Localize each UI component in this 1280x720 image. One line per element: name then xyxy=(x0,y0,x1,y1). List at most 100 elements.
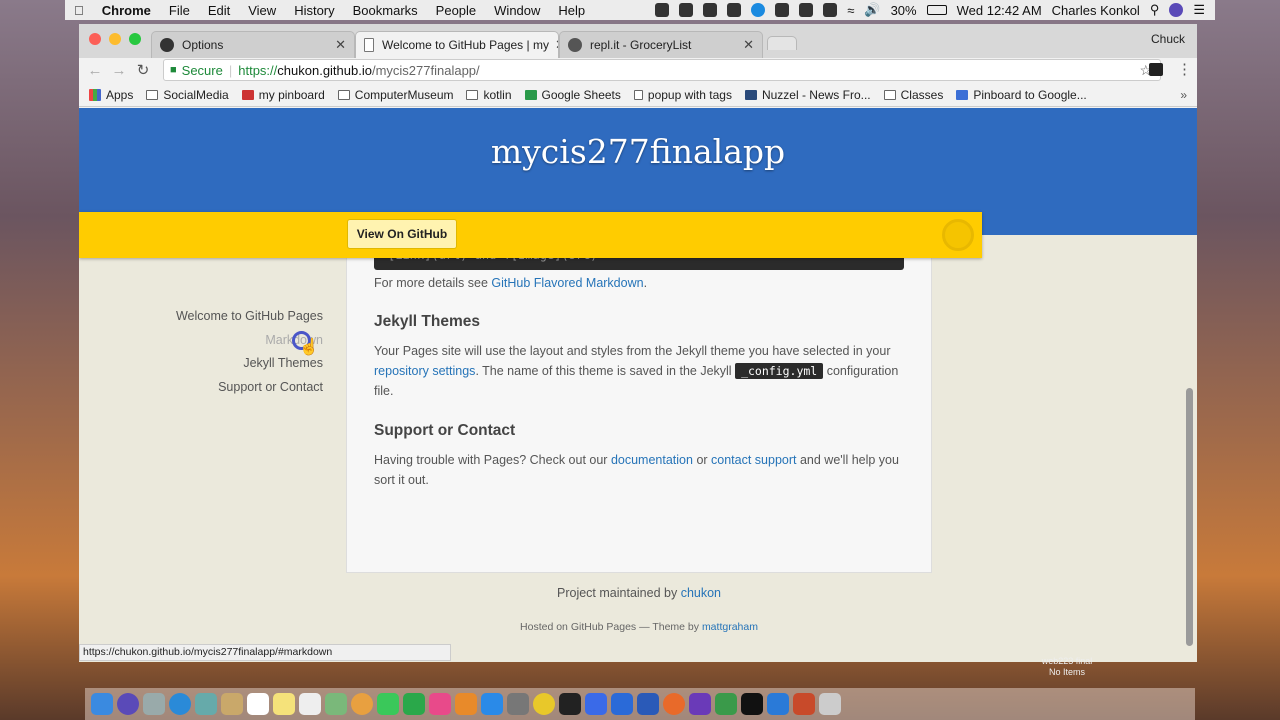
reload-icon[interactable]: ↻ xyxy=(131,61,155,79)
profile-button[interactable]: Chuck xyxy=(1151,32,1185,46)
airplay-icon[interactable] xyxy=(823,3,838,17)
tab-options[interactable]: Options ✕ xyxy=(151,31,355,58)
plane-icon[interactable] xyxy=(775,3,790,17)
nav-support[interactable]: Support or Contact xyxy=(159,376,323,400)
bookmark-kotlin[interactable]: kotlin xyxy=(466,88,512,102)
facetime-icon[interactable] xyxy=(403,693,425,715)
nav-welcome[interactable]: Welcome to GitHub Pages xyxy=(159,305,323,329)
menu-window[interactable]: Window xyxy=(485,3,549,18)
minimize-window-button[interactable] xyxy=(109,33,121,45)
close-icon[interactable]: ✕ xyxy=(329,37,346,53)
octocat-icon[interactable] xyxy=(942,219,974,251)
android-studio-icon[interactable] xyxy=(715,693,737,715)
battery-percent[interactable]: 30% xyxy=(891,3,917,18)
maintainer-link[interactable]: chukon xyxy=(681,586,721,600)
extension-terminal-icon[interactable] xyxy=(1149,63,1163,76)
github-desktop-icon[interactable] xyxy=(689,693,711,715)
new-tab-button[interactable] xyxy=(767,36,797,50)
ibooks-icon[interactable] xyxy=(455,693,477,715)
theme-author-link[interactable]: mattgraham xyxy=(702,621,758,633)
intellij-icon[interactable] xyxy=(741,693,763,715)
terminal-icon[interactable] xyxy=(559,693,581,715)
skype-icon[interactable] xyxy=(751,3,766,17)
close-icon[interactable]: ✕ xyxy=(737,37,754,53)
tab-replit[interactable]: repl.it - GroceryList ✕ xyxy=(559,31,763,58)
music-icon[interactable] xyxy=(429,693,451,715)
bookmark-label: SocialMedia xyxy=(163,87,229,102)
bookmark-label: Nuzzel - News Fro... xyxy=(761,87,871,102)
reminders-icon[interactable] xyxy=(299,693,321,715)
word-icon[interactable] xyxy=(637,693,659,715)
forward-icon[interactable]: → xyxy=(107,62,131,79)
bookmarks-overflow-icon[interactable]: » xyxy=(1180,88,1187,102)
finder-icon[interactable] xyxy=(91,693,113,715)
close-icon[interactable]: ✕ xyxy=(549,37,558,53)
sync-icon[interactable] xyxy=(703,3,718,17)
notification-center-icon[interactable]: ☰ xyxy=(1193,2,1205,18)
volume-icon[interactable]: 🔊 xyxy=(864,2,880,18)
menu-history[interactable]: History xyxy=(285,3,343,18)
bookmark-classes[interactable]: Classes xyxy=(883,88,943,102)
bookmark-google-sheets[interactable]: Google Sheets xyxy=(524,88,621,102)
maps-icon[interactable] xyxy=(325,693,347,715)
clock[interactable]: Wed 12:42 AM xyxy=(957,3,1042,18)
app-store-icon[interactable] xyxy=(481,693,503,715)
siri-icon[interactable] xyxy=(1169,3,1184,17)
documentation-link[interactable]: documentation xyxy=(611,453,693,467)
address-bar[interactable]: ■ Secure | https:// chukon.github.io /my… xyxy=(163,59,1161,81)
teamviewer-icon[interactable] xyxy=(611,693,633,715)
teamviewer-icon[interactable] xyxy=(655,3,670,17)
firefox-icon[interactable] xyxy=(663,693,685,715)
close-window-button[interactable] xyxy=(89,33,101,45)
messages-icon[interactable] xyxy=(377,693,399,715)
bookmark-apps[interactable]: Apps xyxy=(89,88,133,102)
menu-help[interactable]: Help xyxy=(549,3,594,18)
apple-icon[interactable]:  xyxy=(65,3,93,18)
scrollbar[interactable] xyxy=(1186,388,1193,646)
calendar-icon[interactable] xyxy=(247,693,269,715)
menu-bookmarks[interactable]: Bookmarks xyxy=(344,3,427,18)
menu-kebab-icon[interactable]: ⋮ xyxy=(1177,60,1192,78)
bookmark-computermuseum[interactable]: ComputerMuseum xyxy=(337,87,454,102)
desktop-folder-label[interactable]: web223 final No Items xyxy=(1022,656,1112,678)
vlc-icon[interactable] xyxy=(799,3,814,17)
bookmark-nuzzel[interactable]: Nuzzel - News Fro... xyxy=(744,87,871,102)
tab-github-pages[interactable]: Welcome to GitHub Pages | my ✕ xyxy=(355,31,559,58)
xcode-icon[interactable] xyxy=(585,693,607,715)
notes-icon[interactable] xyxy=(273,693,295,715)
system-preferences-icon[interactable] xyxy=(507,693,529,715)
back-icon[interactable]: ← xyxy=(83,62,107,79)
trash-icon[interactable] xyxy=(819,693,841,715)
bookmark-my-pinboard[interactable]: my pinboard xyxy=(241,88,325,102)
powerpoint-icon[interactable] xyxy=(793,693,815,715)
menu-edit[interactable]: Edit xyxy=(199,3,239,18)
launchpad-icon[interactable] xyxy=(143,693,165,715)
siri-icon[interactable] xyxy=(117,693,139,715)
bookmark-socialmedia[interactable]: SocialMedia xyxy=(146,87,229,102)
bookmark-pinboard-to-google[interactable]: Pinboard to Google... xyxy=(956,88,1087,102)
cloud-icon[interactable] xyxy=(727,3,742,17)
maximize-window-button[interactable] xyxy=(129,33,141,45)
bookmark-label: ComputerMuseum xyxy=(354,87,454,102)
spotlight-icon[interactable]: ⚲ xyxy=(1150,2,1160,18)
vscode-icon[interactable] xyxy=(767,693,789,715)
safari-icon[interactable] xyxy=(169,693,191,715)
menu-people[interactable]: People xyxy=(427,3,485,18)
bookmark-popup-with-tags[interactable]: popup with tags xyxy=(633,88,732,102)
repository-settings-link[interactable]: repository settings xyxy=(374,364,475,378)
view-on-github-button[interactable]: View On GitHub xyxy=(347,219,457,249)
text: Your Pages site will use the layout and … xyxy=(374,344,891,358)
wifi-icon[interactable]: ≈ xyxy=(847,3,854,18)
contact-support-link[interactable]: contact support xyxy=(711,453,796,467)
hand-cursor-icon: ☝ xyxy=(299,339,319,356)
dropbox-icon[interactable] xyxy=(679,3,694,17)
chrome-icon[interactable] xyxy=(533,693,555,715)
menu-view[interactable]: View xyxy=(239,3,285,18)
user-name[interactable]: Charles Konkol xyxy=(1052,3,1140,18)
menu-file[interactable]: File xyxy=(160,3,199,18)
gfm-link[interactable]: GitHub Flavored Markdown xyxy=(491,276,643,290)
menu-app-name[interactable]: Chrome xyxy=(93,3,160,18)
notes-app-icon[interactable] xyxy=(221,693,243,715)
photos-icon[interactable] xyxy=(351,693,373,715)
mail-icon[interactable] xyxy=(195,693,217,715)
